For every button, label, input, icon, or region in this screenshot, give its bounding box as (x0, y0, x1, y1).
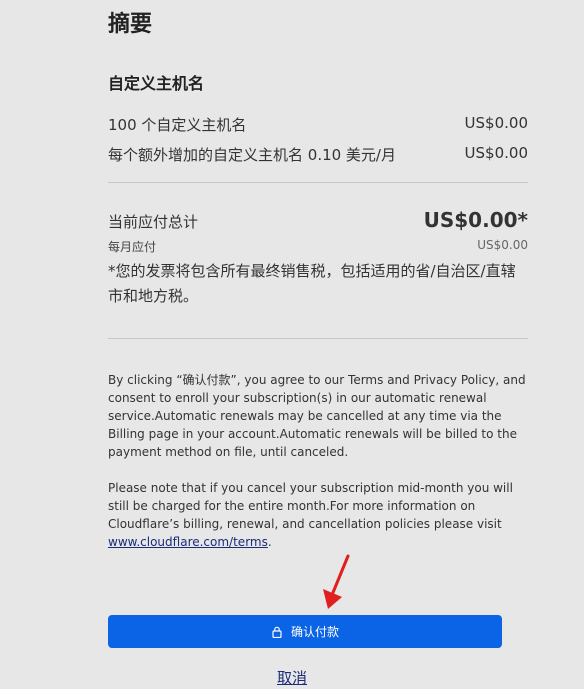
monthly-label: 每月应付 (108, 240, 157, 254)
divider (108, 338, 528, 339)
confirm-payment-label: 确认付款 (290, 625, 339, 639)
page-title: 摘要 (108, 12, 153, 37)
lock-icon (272, 626, 282, 638)
terms-link[interactable]: www.cloudflare.com/terms (108, 535, 268, 549)
monthly-amount: US$0.00 (477, 238, 528, 252)
total-label: 当前应付总计 (108, 213, 199, 231)
section-title: 自定义主机名 (108, 74, 205, 93)
cancel-row: 取消 (0, 667, 584, 688)
line-item: 100 个自定义主机名 US$0.00 (108, 114, 528, 135)
line-item: 每个额外增加的自定义主机名 0.10 美元/月 US$0.00 (108, 144, 528, 165)
legal-paragraph-text: Please note that if you cancel your subs… (108, 481, 513, 531)
tax-note: *您的发票将包含所有最终销售税，包括适用的省/自治区/直辖市和地方税。 (108, 262, 516, 305)
confirm-payment-button[interactable]: 确认付款 (108, 615, 502, 648)
line-item-amount: US$0.00 (464, 144, 528, 162)
line-item-label: 每个额外增加的自定义主机名 0.10 美元/月 (108, 146, 396, 164)
total-amount: US$0.00* (423, 208, 528, 232)
annotation-arrow-icon (323, 554, 350, 609)
monthly-row: 每月应付 US$0.00 (108, 238, 528, 255)
divider (108, 182, 528, 183)
legal-paragraph: Please note that if you cancel your subs… (108, 479, 528, 551)
cancel-link[interactable]: 取消 (277, 669, 307, 687)
line-item-amount: US$0.00 (464, 114, 528, 132)
terms-suffix: . (267, 535, 272, 549)
legal-paragraph: By clicking “确认付款”, you agree to our Ter… (108, 373, 526, 459)
line-item-label: 100 个自定义主机名 (108, 116, 247, 134)
legal-text: By clicking “确认付款”, you agree to our Ter… (108, 371, 528, 551)
